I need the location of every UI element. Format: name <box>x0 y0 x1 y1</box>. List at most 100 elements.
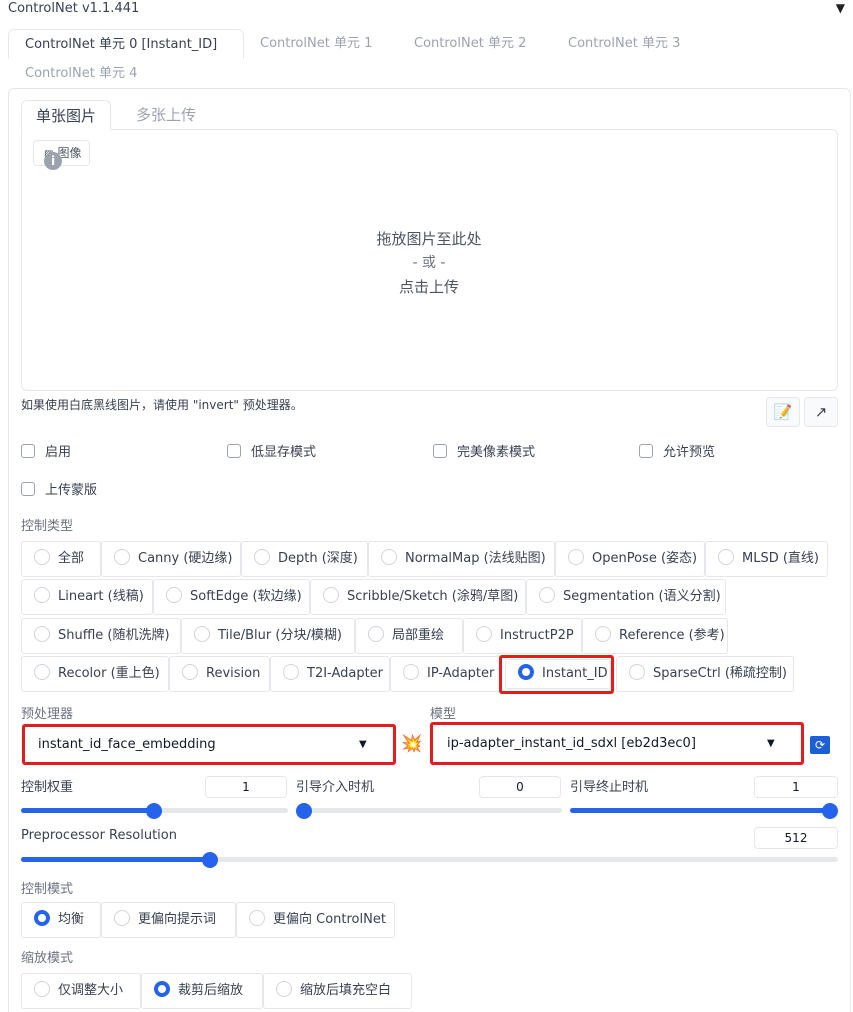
radio-dot[interactable] <box>194 626 210 642</box>
radio-dot[interactable] <box>34 587 50 603</box>
weight-input[interactable]: 1 <box>205 776 287 798</box>
radio-dot[interactable] <box>718 549 734 565</box>
radio-dot[interactable] <box>34 664 50 680</box>
radio-dot[interactable] <box>166 587 182 603</box>
radio-dot[interactable] <box>323 587 339 603</box>
allow-preview-checkbox[interactable]: 允许预览 <box>639 444 715 462</box>
collapse-icon[interactable]: ▼ <box>836 0 845 16</box>
control-type-depth[interactable]: Depth (深度) <box>241 541 368 577</box>
tab-unit-2[interactable]: ControlNet 单元 2 <box>404 29 536 59</box>
control-type-instructp2p[interactable]: InstructP2P <box>463 618 582 654</box>
tab-unit-0[interactable]: ControlNet 单元 0 [Instant_ID] <box>8 29 244 59</box>
weight-label: 控制权重 <box>21 780 74 795</box>
control-type-softedge[interactable]: SoftEdge (软边缘) <box>153 579 310 615</box>
guidance-start-input[interactable]: 0 <box>479 776 561 798</box>
resize-mode-crop-resize[interactable]: 裁剪后缩放 <box>141 973 263 1009</box>
radio-dot[interactable] <box>403 664 419 680</box>
low-vram-checkbox[interactable]: 低显存模式 <box>227 444 316 462</box>
radio-dot[interactable] <box>539 587 555 603</box>
control-type-tile-blur[interactable]: Tile/Blur (分块/模糊) <box>181 618 355 654</box>
resize-mode-resize-fill[interactable]: 缩放后填充空白 <box>263 973 412 1009</box>
radio-dot[interactable] <box>276 981 292 997</box>
control-mode-label: 控制模式 <box>21 882 74 897</box>
control-type-normalmap[interactable]: NormalMap (法线贴图) <box>368 541 555 577</box>
control-type-reference[interactable]: Reference (参考) <box>582 618 728 654</box>
control-mode-prompt[interactable]: 更偏向提示词 <box>101 902 236 938</box>
edit-icon[interactable]: 📝 <box>766 397 800 427</box>
control-type-ip-adapter[interactable]: IP-Adapter <box>390 656 502 692</box>
section-title: ControlNet v1.1.441 <box>8 1 140 16</box>
radio-dot[interactable] <box>254 549 270 565</box>
radio-dot[interactable] <box>283 664 299 680</box>
resolution-slider-thumb[interactable] <box>202 852 218 868</box>
control-type-segmentation[interactable]: Segmentation (语义分割) <box>526 579 726 615</box>
resize-mode-just-resize[interactable]: 仅调整大小 <box>21 973 141 1009</box>
chevron-down-icon[interactable]: ▼ <box>359 739 367 750</box>
chevron-down-icon[interactable]: ▼ <box>767 738 775 749</box>
radio-dot-selected[interactable] <box>34 910 50 926</box>
send-dimensions-icon[interactable]: ↗ <box>804 397 838 427</box>
checkbox-box[interactable] <box>639 444 653 458</box>
control-type-openpose[interactable]: OpenPose (姿态) <box>555 541 705 577</box>
control-type-canny[interactable]: Canny (硬边缘) <box>101 541 241 577</box>
tab-unit-4[interactable]: ControlNet 单元 4 <box>15 59 147 89</box>
radio-dot[interactable] <box>368 626 384 642</box>
radio-dot[interactable] <box>34 549 50 565</box>
checkbox-box[interactable] <box>21 444 35 458</box>
control-type-t2i-adapter[interactable]: T2I-Adapter <box>270 656 390 692</box>
radio-dot[interactable] <box>114 549 130 565</box>
control-type-revision[interactable]: Revision <box>169 656 270 692</box>
control-type-mlsd[interactable]: MLSD (直线) <box>705 541 828 577</box>
tab-single-image[interactable]: 单张图片 <box>21 100 112 130</box>
tab-batch-upload[interactable]: 多张上传 <box>122 100 210 130</box>
control-type-inpaint[interactable]: 局部重绘 <box>355 618 463 654</box>
highlight-box <box>499 655 614 694</box>
control-type-shuffle[interactable]: Shuffle (随机洗牌) <box>21 618 181 654</box>
guidance-end-slider-thumb[interactable] <box>822 803 838 819</box>
or-text: - 或 - <box>412 255 446 271</box>
weight-slider-thumb[interactable] <box>146 803 162 819</box>
radio-dot[interactable] <box>595 626 611 642</box>
control-type-all[interactable]: 全部 <box>21 541 101 577</box>
radio-dot[interactable] <box>34 626 50 642</box>
invert-hint: 如果使用白底黑线图片，请使用 "invert" 预处理器。 <box>21 398 303 412</box>
radio-dot-selected[interactable] <box>154 981 170 997</box>
radio-dot[interactable] <box>249 910 265 926</box>
radio-dot[interactable] <box>182 664 198 680</box>
pixel-perfect-checkbox[interactable]: 完美像素模式 <box>433 444 535 462</box>
guidance-end-input[interactable]: 1 <box>754 776 838 798</box>
radio-dot[interactable] <box>568 549 584 565</box>
tab-unit-1[interactable]: ControlNet 单元 1 <box>250 29 382 59</box>
click-upload-text: 点击上传 <box>398 278 459 296</box>
control-type-recolor[interactable]: Recolor (重上色) <box>21 656 169 692</box>
checkbox-box[interactable] <box>21 482 35 496</box>
weight-slider-fill <box>21 808 154 813</box>
control-type-scribble[interactable]: Scribble/Sketch (涂鸦/草图) <box>310 579 526 615</box>
control-type-lineart[interactable]: Lineart (线稿) <box>21 579 153 615</box>
guidance-end-slider-fill[interactable] <box>570 808 836 813</box>
model-label: 模型 <box>430 707 457 722</box>
control-mode-balanced[interactable]: 均衡 <box>21 902 101 938</box>
radio-dot[interactable] <box>476 626 492 642</box>
guidance-end-label: 引导终止时机 <box>570 780 649 795</box>
upload-mask-checkbox[interactable]: 上传蒙版 <box>21 482 97 500</box>
preprocessor-select[interactable]: instant_id_face_embedding ▼ <box>22 724 396 765</box>
checkbox-box[interactable] <box>433 444 447 458</box>
enable-checkbox[interactable]: 启用 <box>21 444 71 462</box>
guidance-start-slider-track[interactable] <box>296 808 562 813</box>
control-type-sparsectrl[interactable]: SparseCtrl (稀疏控制) <box>616 656 794 692</box>
resolution-input[interactable]: 512 <box>754 827 838 849</box>
resize-mode-label: 缩放模式 <box>21 951 74 966</box>
tab-unit-3[interactable]: ControlNet 单元 3 <box>558 29 690 59</box>
run-preprocessor-icon[interactable]: 💥 <box>401 734 422 754</box>
guidance-start-slider-thumb[interactable] <box>296 803 312 819</box>
checkbox-box[interactable] <box>227 444 241 458</box>
radio-dot[interactable] <box>629 664 645 680</box>
refresh-icon[interactable]: ⟳ <box>810 736 830 754</box>
radio-dot[interactable] <box>34 981 50 997</box>
model-select[interactable]: ip-adapter_instant_id_sdxl [eb2d3ec0] ▼ <box>430 722 804 765</box>
radio-dot[interactable] <box>381 549 397 565</box>
model-value: ip-adapter_instant_id_sdxl [eb2d3ec0] <box>447 736 696 751</box>
radio-dot[interactable] <box>114 910 130 926</box>
control-mode-controlnet[interactable]: 更偏向 ControlNet <box>236 902 395 938</box>
